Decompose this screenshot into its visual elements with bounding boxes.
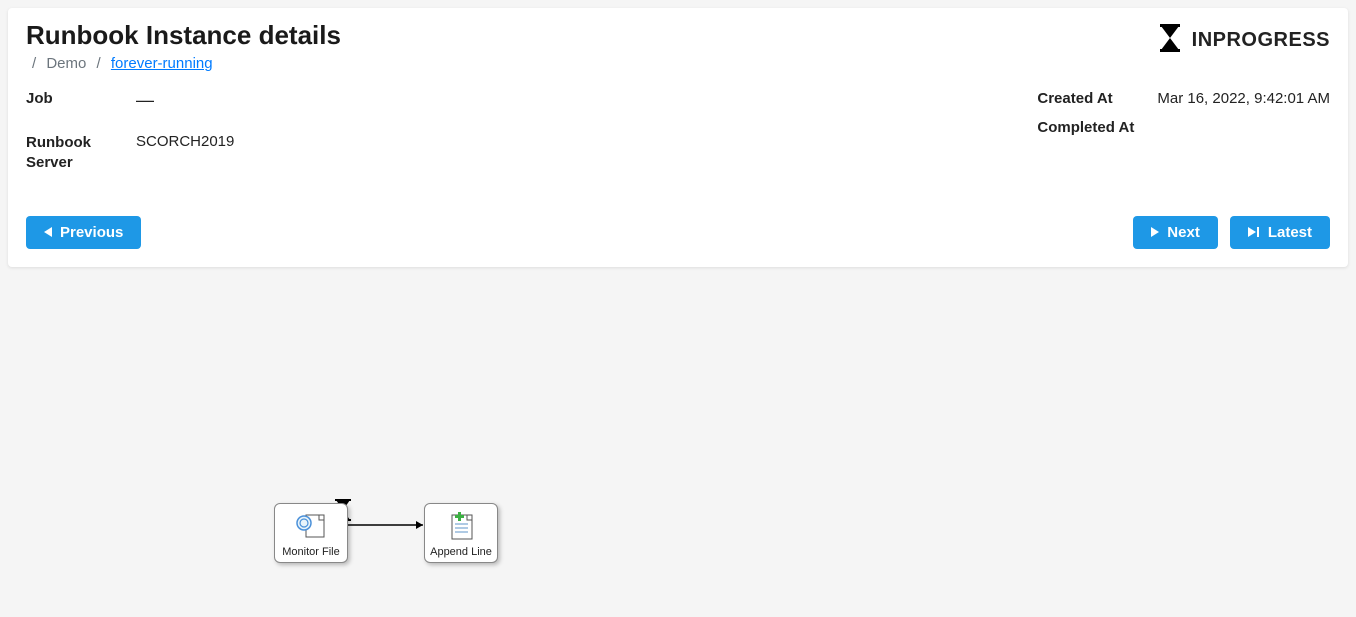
- header-row: Runbook Instance details / Demo / foreve…: [26, 20, 1330, 72]
- previous-button[interactable]: Previous: [26, 216, 141, 249]
- header-left: Runbook Instance details / Demo / foreve…: [26, 20, 341, 72]
- next-button[interactable]: Next: [1133, 216, 1218, 249]
- breadcrumb-sep: /: [26, 55, 42, 72]
- breadcrumb-sep: /: [91, 55, 107, 72]
- runbook-server-row: Runbook Server SCORCH2019: [26, 133, 296, 172]
- runbook-server-label: Runbook Server: [26, 133, 136, 172]
- skip-end-icon: [1248, 224, 1260, 241]
- triangle-left-icon: [44, 224, 52, 241]
- breadcrumb: / Demo / forever-running: [26, 55, 341, 72]
- completed-at-label: Completed At: [1037, 119, 1157, 136]
- triangle-right-icon: [1151, 224, 1159, 241]
- created-at-row: Created At Mar 16, 2022, 9:42:01 AM: [1037, 90, 1330, 107]
- breadcrumb-item-forever-running[interactable]: forever-running: [111, 55, 213, 72]
- runbook-server-value: SCORCH2019: [136, 133, 296, 172]
- monitor-file-icon: [294, 506, 328, 546]
- hourglass-icon: [1158, 24, 1182, 57]
- latest-button[interactable]: Latest: [1230, 216, 1330, 249]
- details-right: Created At Mar 16, 2022, 9:42:01 AM Comp…: [1037, 90, 1330, 184]
- details-left: Job — Runbook Server SCORCH2019: [26, 90, 296, 184]
- previous-label: Previous: [60, 224, 123, 241]
- node-monitor-file[interactable]: Monitor File: [274, 503, 348, 563]
- node-monitor-file-label: Monitor File: [282, 546, 339, 558]
- completed-at-value: [1157, 119, 1317, 136]
- latest-label: Latest: [1268, 224, 1312, 241]
- job-row: Job —: [26, 90, 296, 111]
- status-text: INPROGRESS: [1192, 29, 1330, 52]
- next-label: Next: [1167, 224, 1200, 241]
- details-grid: Job — Runbook Server SCORCH2019 Created …: [26, 90, 1330, 184]
- created-at-label: Created At: [1037, 90, 1157, 107]
- status-block: INPROGRESS: [1158, 20, 1330, 57]
- created-at-value: Mar 16, 2022, 9:42:01 AM: [1157, 90, 1330, 107]
- details-card: Runbook Instance details / Demo / foreve…: [8, 8, 1348, 267]
- job-value: —: [136, 90, 296, 111]
- diagram-area: Monitor File Append Line: [8, 275, 1348, 605]
- breadcrumb-item-demo[interactable]: Demo: [46, 55, 86, 72]
- node-append-line[interactable]: Append Line: [424, 503, 498, 563]
- page-title: Runbook Instance details: [26, 20, 341, 51]
- nav-row: Previous Next Latest: [26, 216, 1330, 249]
- completed-at-row: Completed At: [1037, 119, 1330, 136]
- append-line-icon: [444, 506, 478, 546]
- job-label: Job: [26, 90, 136, 111]
- right-buttons: Next Latest: [1133, 216, 1330, 249]
- node-append-line-label: Append Line: [430, 546, 492, 558]
